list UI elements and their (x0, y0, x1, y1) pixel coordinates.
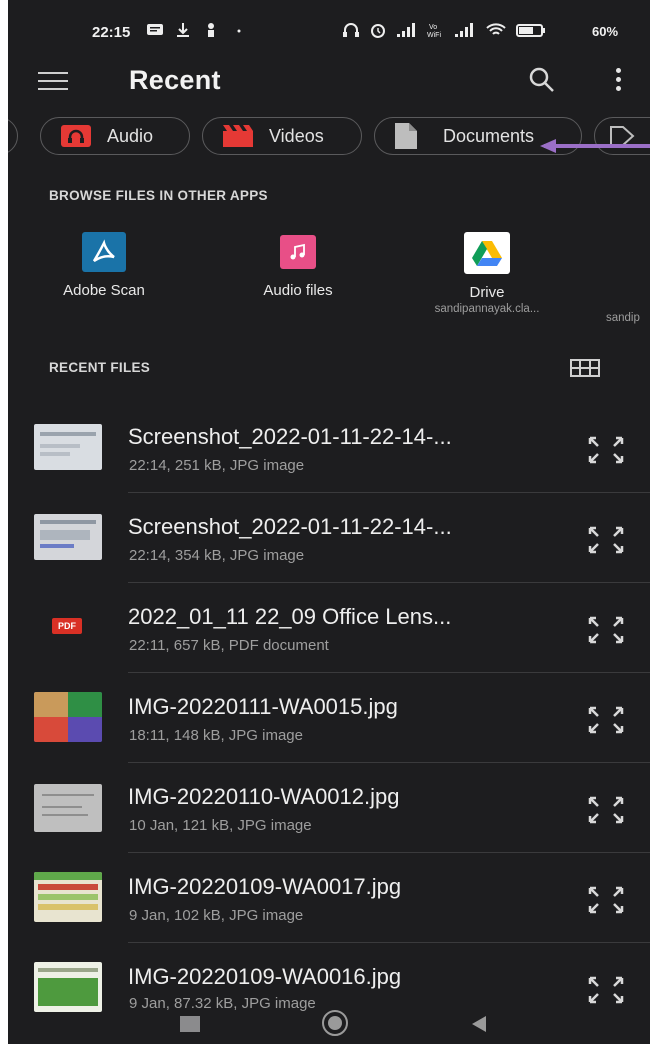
app-drive-label: Drive (469, 284, 505, 301)
file-name: IMG-20220109-WA0016.jpg (128, 964, 402, 989)
row-divider (128, 582, 650, 583)
alarm-icon (371, 24, 385, 38)
paper-thumb (34, 784, 102, 832)
chip-partial-left[interactable] (8, 117, 18, 155)
row-divider (128, 762, 650, 763)
file-meta: 22:14, 354 kB, JPG image (129, 547, 305, 564)
file-name: 2022_01_11 22_09 Office Lens... (128, 604, 452, 629)
app-partial[interactable]: sandip (606, 232, 650, 324)
file-meta: 18:11, 148 kB, JPG image (129, 727, 303, 744)
annotation-arrow-icon (540, 139, 650, 153)
expand-icon[interactable] (584, 702, 628, 738)
dot-icon (237, 29, 241, 33)
file-name: Screenshot_2022-01-11-22-14-... (128, 424, 452, 449)
file-meta: 22:14, 251 kB, JPG image (129, 457, 305, 474)
expand-icon[interactable] (584, 972, 628, 1008)
notification-icons (146, 22, 248, 38)
file-row[interactable]: Screenshot_2022-01-11-22-14-... 22:14, 2… (8, 410, 650, 500)
file-meta: 22:11, 657 kB, PDF document (129, 637, 329, 654)
person-icon (208, 23, 214, 37)
screenshot-thumb (34, 424, 102, 470)
chip-documents-label: Documents (443, 125, 535, 146)
status-bar: 22:15 Vo WiFi 60% (8, 18, 650, 48)
system-icons: Vo WiFi (342, 22, 546, 38)
app-drive[interactable]: Drive sandipannayak.cla... (412, 232, 562, 315)
file-name: Screenshot_2022-01-11-22-14-... (128, 514, 452, 539)
file-name: IMG-20220111-WA0015.jpg (128, 694, 398, 719)
expand-icon[interactable] (584, 522, 628, 558)
file-name: IMG-20220110-WA0012.jpg (128, 784, 400, 809)
row-divider (128, 942, 650, 943)
menu-icon[interactable] (38, 72, 68, 94)
row-divider (128, 492, 650, 493)
file-name: IMG-20220109-WA0017.jpg (128, 874, 402, 899)
signal-icon-2 (455, 23, 473, 37)
recents-nav-icon[interactable] (180, 1016, 200, 1032)
music-note-icon (280, 235, 316, 269)
phone-screen: 22:15 Vo WiFi 60% Recent Audio Videos Do… (8, 0, 650, 1044)
status-time: 22:15 (92, 24, 131, 41)
recent-files-heading: RECENT FILES (49, 360, 151, 375)
svg-text:Vo: Vo (429, 24, 437, 31)
app-partial-account: sandip (606, 312, 640, 324)
browse-apps-heading: BROWSE FILES IN OTHER APPS (49, 188, 268, 203)
chip-videos-label: Videos (269, 125, 324, 146)
app-drive-account: sandipannayak.cla... (434, 303, 540, 315)
vowifi-icon: VoWiFi (427, 24, 441, 38)
back-nav-icon[interactable] (472, 1016, 486, 1032)
pdf-thumb: PDF (34, 604, 102, 650)
more-vert-icon[interactable] (612, 68, 624, 96)
google-drive-icon (464, 232, 510, 274)
battery-percent: 60% (592, 24, 619, 39)
search-icon[interactable] (528, 66, 556, 94)
audio-icon (61, 125, 91, 147)
file-meta: 9 Jan, 102 kB, JPG image (129, 907, 304, 924)
document-icon (395, 123, 417, 149)
battery-icon (516, 24, 545, 37)
chip-audio[interactable]: Audio (40, 117, 190, 155)
expand-icon[interactable] (584, 792, 628, 828)
adobe-scan-icon (82, 232, 126, 272)
chip-videos[interactable]: Videos (202, 117, 362, 155)
page-title: Recent (129, 65, 221, 95)
file-row[interactable]: IMG-20220109-WA0017.jpg 9 Jan, 102 kB, J… (8, 860, 650, 950)
app-adobe-scan-label: Adobe Scan (63, 282, 145, 299)
expand-icon[interactable] (584, 432, 628, 468)
photo-thumb (34, 692, 102, 742)
system-nav-bar (8, 1008, 650, 1038)
file-row[interactable]: PDF 2022_01_11 22_09 Office Lens... 22:1… (8, 590, 650, 680)
app-adobe-scan[interactable]: Adobe Scan (48, 232, 160, 299)
chip-audio-label: Audio (107, 125, 154, 146)
wifi-icon (486, 23, 506, 35)
row-divider (128, 672, 650, 673)
grid-view-icon[interactable] (570, 358, 600, 378)
app-bar: Recent (8, 60, 650, 108)
screenshot-thumb (34, 514, 102, 560)
table-thumb (34, 872, 102, 922)
home-nav-icon[interactable] (322, 1010, 348, 1036)
download-icon (177, 23, 189, 37)
app-audio-files-label: Audio files (263, 282, 333, 299)
table-thumb (34, 962, 102, 1012)
pdf-badge: PDF (52, 618, 82, 634)
file-row[interactable]: IMG-20220110-WA0012.jpg 10 Jan, 121 kB, … (8, 770, 650, 860)
expand-icon[interactable] (584, 882, 628, 918)
file-meta: 10 Jan, 121 kB, JPG image (129, 817, 312, 834)
file-row[interactable]: Screenshot_2022-01-11-22-14-... 22:14, 3… (8, 500, 650, 590)
svg-text:WiFi: WiFi (427, 32, 441, 38)
message-icon (147, 24, 163, 35)
file-row[interactable]: IMG-20220111-WA0015.jpg 18:11, 148 kB, J… (8, 680, 650, 770)
headphones-icon (343, 23, 359, 37)
app-audio-files[interactable]: Audio files (248, 232, 348, 299)
expand-icon[interactable] (584, 612, 628, 648)
video-clapper-icon (223, 125, 253, 147)
signal-icon (397, 23, 415, 37)
row-divider (128, 852, 650, 853)
